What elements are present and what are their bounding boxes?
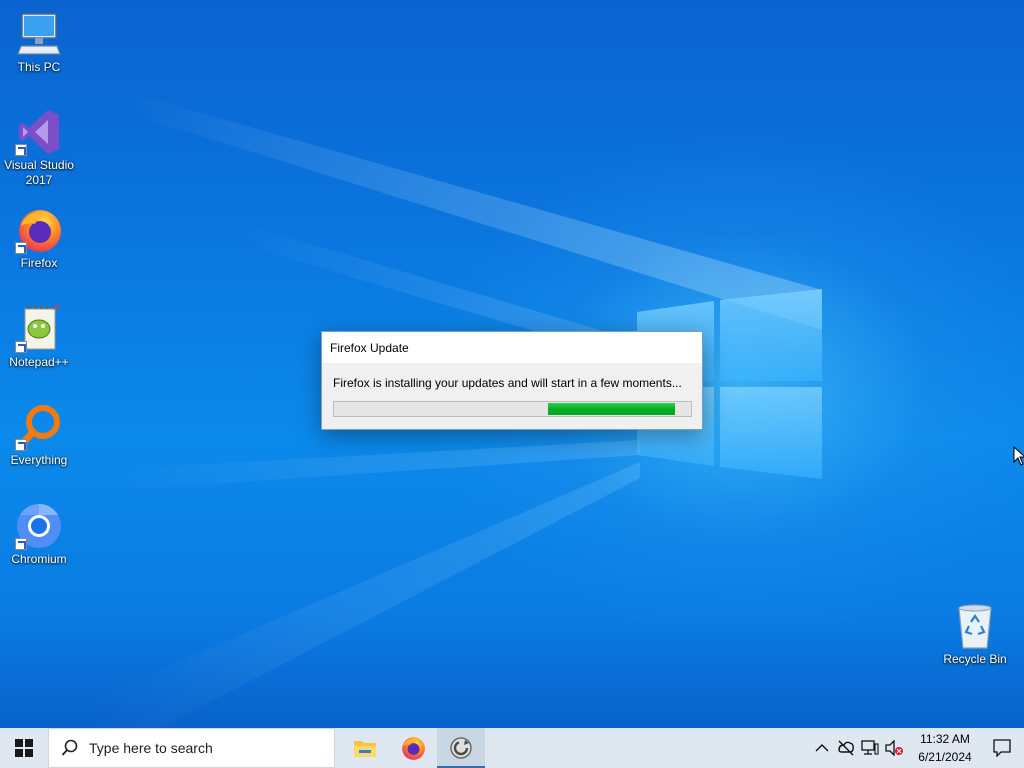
- shortcut-arrow-icon: [15, 538, 27, 550]
- system-tray: 11:32 AM 6/21/2024: [810, 728, 1024, 768]
- desktop-icon-everything[interactable]: Everything: [0, 403, 78, 468]
- desktop-icon-chromium[interactable]: Chromium: [0, 502, 78, 567]
- shortcut-arrow-icon: [15, 242, 27, 254]
- shortcut-arrow-icon: [15, 144, 27, 156]
- taskbar: Type here to search 11:32 AM 6/21/2024: [0, 728, 1024, 768]
- desktop-icon-label: Everything: [10, 453, 68, 467]
- notepadpp-icon: [15, 304, 63, 353]
- search-placeholder: Type here to search: [89, 740, 213, 756]
- desktop-icon-label: Recycle Bin: [943, 652, 1007, 666]
- monitor-icon: [861, 740, 879, 755]
- show-hidden-icons-button[interactable]: [810, 728, 834, 768]
- firefox-update-dialog[interactable]: Firefox Update Firefox is installing you…: [321, 331, 703, 430]
- start-button[interactable]: [0, 728, 48, 768]
- clock-date: 6/21/2024: [918, 750, 972, 764]
- desktop-icon-recycle-bin[interactable]: Recycle Bin: [936, 602, 1014, 667]
- chevron-up-icon: [815, 744, 829, 752]
- network-offline-icon: [838, 740, 854, 756]
- everything-search-icon: [15, 403, 63, 451]
- dialog-message: Firefox is installing your updates and w…: [333, 376, 682, 390]
- firefox-icon: [402, 737, 425, 760]
- dialog-title: Firefox Update: [330, 340, 409, 355]
- volume-button[interactable]: [882, 728, 906, 768]
- shortcut-arrow-icon: [15, 341, 27, 353]
- desktop-icon-label: Notepad++: [9, 355, 69, 369]
- computer-icon: [15, 10, 63, 58]
- action-center-button[interactable]: [980, 728, 1024, 768]
- volume-muted-icon: [885, 740, 903, 756]
- dialog-titlebar[interactable]: Firefox Update: [322, 332, 702, 363]
- desktop-icon-firefox[interactable]: Firefox: [0, 206, 78, 271]
- chromium-icon: [15, 502, 63, 550]
- desktop-icon-visual-studio[interactable]: Visual Studio 2017: [0, 108, 78, 188]
- desktop-icon-label: Chromium: [11, 552, 67, 566]
- taskbar-app-file-explorer[interactable]: [341, 728, 389, 768]
- taskbar-clock[interactable]: 11:32 AM 6/21/2024: [910, 730, 980, 766]
- folder-icon: [354, 741, 376, 757]
- taskbar-app-firefox-updater[interactable]: [437, 728, 485, 768]
- mouse-cursor-icon: [1013, 445, 1024, 471]
- desktop-icon-notepadpp[interactable]: Notepad++: [0, 304, 78, 370]
- clock-time: 11:32 AM: [920, 732, 970, 746]
- updater-icon: [450, 737, 472, 759]
- desktop-icon-label: Visual Studio 2017: [4, 158, 74, 187]
- desktop-icon-label: Firefox: [20, 256, 58, 270]
- recycle-bin-icon: [951, 602, 999, 650]
- taskbar-search-box[interactable]: Type here to search: [48, 728, 335, 768]
- desktop-icon-label: This PC: [17, 60, 61, 74]
- progress-fill: [548, 403, 675, 415]
- shortcut-arrow-icon: [15, 439, 27, 451]
- firefox-icon: [15, 206, 63, 254]
- windows-logo-icon: [15, 739, 33, 757]
- visual-studio-icon: [15, 108, 63, 156]
- update-progress-bar: [333, 401, 692, 417]
- notification-icon: [993, 739, 1011, 757]
- display-button[interactable]: [858, 728, 882, 768]
- taskbar-app-firefox[interactable]: [389, 728, 437, 768]
- search-icon: [61, 739, 78, 756]
- network-button[interactable]: [834, 728, 858, 768]
- desktop-icon-this-pc[interactable]: This PC: [0, 10, 78, 75]
